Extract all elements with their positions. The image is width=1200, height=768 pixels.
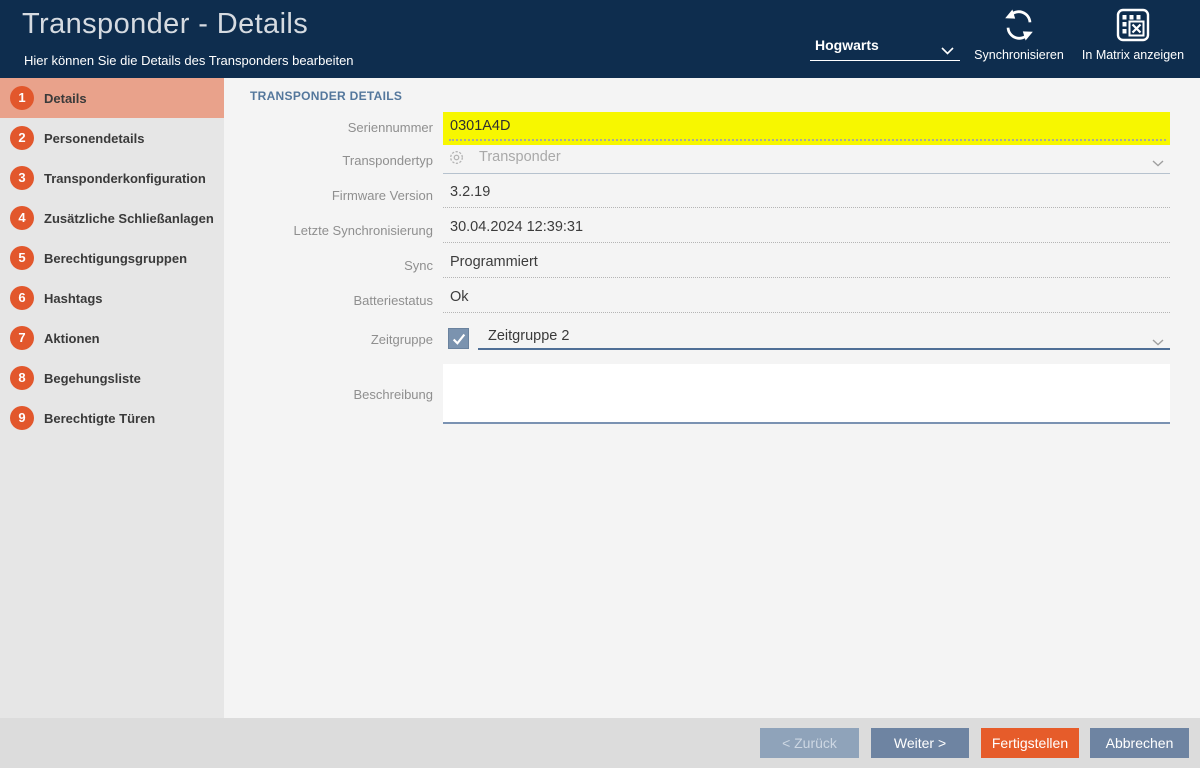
transponder-type-label: Transpondertyp <box>342 153 433 168</box>
step-number-badge: 5 <box>10 246 34 270</box>
matrix-icon <box>1075 8 1191 44</box>
sidebar-item-personendetails[interactable]: 2 Personendetails <box>0 118 224 158</box>
transponder-type-value: Transponder <box>479 149 561 165</box>
transponder-details-window: Transponder - Details Hier können Sie di… <box>0 0 1200 768</box>
last-sync-label: Letzte Synchronisierung <box>293 223 433 238</box>
firmware-version-row: 3.2.19 <box>443 180 1170 208</box>
show-in-matrix-button-label: In Matrix anzeigen <box>1081 48 1185 62</box>
chevron-down-icon <box>1152 154 1164 172</box>
step-number-badge: 1 <box>10 86 34 110</box>
footer-bar: < Zurück Weiter > Fertigstellen Abbreche… <box>0 718 1200 768</box>
firmware-version-value: 3.2.19 <box>450 184 491 200</box>
last-sync-value: 30.04.2024 12:39:31 <box>450 219 584 235</box>
transponder-type-select[interactable]: Transponder <box>443 141 1170 174</box>
section-title: TRANSPONDER DETAILS <box>250 89 403 103</box>
time-group-label: Zeitgruppe <box>370 332 433 347</box>
wizard-step-sidebar: 1 Details 2 Personendetails 3 Transponde… <box>0 78 250 718</box>
cancel-button[interactable]: Abbrechen <box>1090 728 1189 758</box>
sync-icon <box>969 8 1069 44</box>
step-number-badge: 7 <box>10 326 34 350</box>
description-textarea[interactable] <box>443 364 1170 424</box>
step-number-badge: 9 <box>10 406 34 430</box>
firmware-version-label: Firmware Version <box>331 188 433 203</box>
sidebar-item-aktionen[interactable]: 7 Aktionen <box>0 318 224 358</box>
serial-number-label: Seriennummer <box>347 120 433 135</box>
page-subtitle: Hier können Sie die Details des Transpon… <box>24 53 354 68</box>
synchronize-button-label: Synchronisieren <box>974 48 1064 62</box>
time-group-select[interactable]: Zeitgruppe 2 <box>478 323 1170 350</box>
battery-status-value: Ok <box>450 289 469 305</box>
chevron-down-icon <box>941 42 954 60</box>
project-selector[interactable]: Hogwarts <box>810 30 960 61</box>
chevron-down-icon <box>1152 333 1164 351</box>
transponder-type-icon <box>449 150 464 170</box>
next-button[interactable]: Weiter > <box>871 728 969 758</box>
show-in-matrix-button[interactable]: In Matrix anzeigen <box>1075 8 1191 64</box>
sidebar-item-berechtigte-tueren[interactable]: 9 Berechtigte Türen <box>0 398 224 438</box>
battery-status-row: Ok <box>443 285 1170 313</box>
page-title: Transponder - Details <box>22 8 309 40</box>
checkmark-icon <box>452 333 466 345</box>
sidebar-item-zusaetzliche-schliessanlagen[interactable]: 4 Zusätzliche Schließanlagen <box>0 198 224 238</box>
battery-status-label: Batteriestatus <box>353 293 434 308</box>
finish-button[interactable]: Fertigstellen <box>981 728 1079 758</box>
sidebar-item-transponderkonfiguration[interactable]: 3 Transponderkonfiguration <box>0 158 224 198</box>
step-number-badge: 2 <box>10 126 34 150</box>
header: Transponder - Details Hier können Sie di… <box>0 0 1200 78</box>
sync-label: Sync <box>404 258 433 273</box>
sidebar-item-begehungsliste[interactable]: 8 Begehungsliste <box>0 358 224 398</box>
sidebar-item-berechtigungsgruppen[interactable]: 5 Berechtigungsgruppen <box>0 238 224 278</box>
step-number-badge: 4 <box>10 206 34 230</box>
back-button[interactable]: < Zurück <box>760 728 859 758</box>
project-selector-value: Hogwarts <box>815 37 879 53</box>
time-group-value: Zeitgruppe 2 <box>488 328 570 344</box>
step-number-badge: 3 <box>10 166 34 190</box>
transponder-details-form: TRANSPONDER DETAILS Seriennummer Transpo… <box>224 78 1200 718</box>
last-sync-row: 30.04.2024 12:39:31 <box>443 215 1170 243</box>
step-number-badge: 6 <box>10 286 34 310</box>
sync-state-value: Programmiert <box>450 254 538 270</box>
time-group-checkbox[interactable] <box>448 328 469 349</box>
sync-state-row: Programmiert <box>443 250 1170 278</box>
step-number-badge: 8 <box>10 366 34 390</box>
synchronize-button[interactable]: Synchronisieren <box>969 8 1069 64</box>
sidebar-item-hashtags[interactable]: 6 Hashtags <box>0 278 224 318</box>
sidebar-item-details[interactable]: 1 Details <box>0 78 250 118</box>
description-label: Beschreibung <box>353 387 434 402</box>
serial-number-input[interactable] <box>450 114 1150 138</box>
